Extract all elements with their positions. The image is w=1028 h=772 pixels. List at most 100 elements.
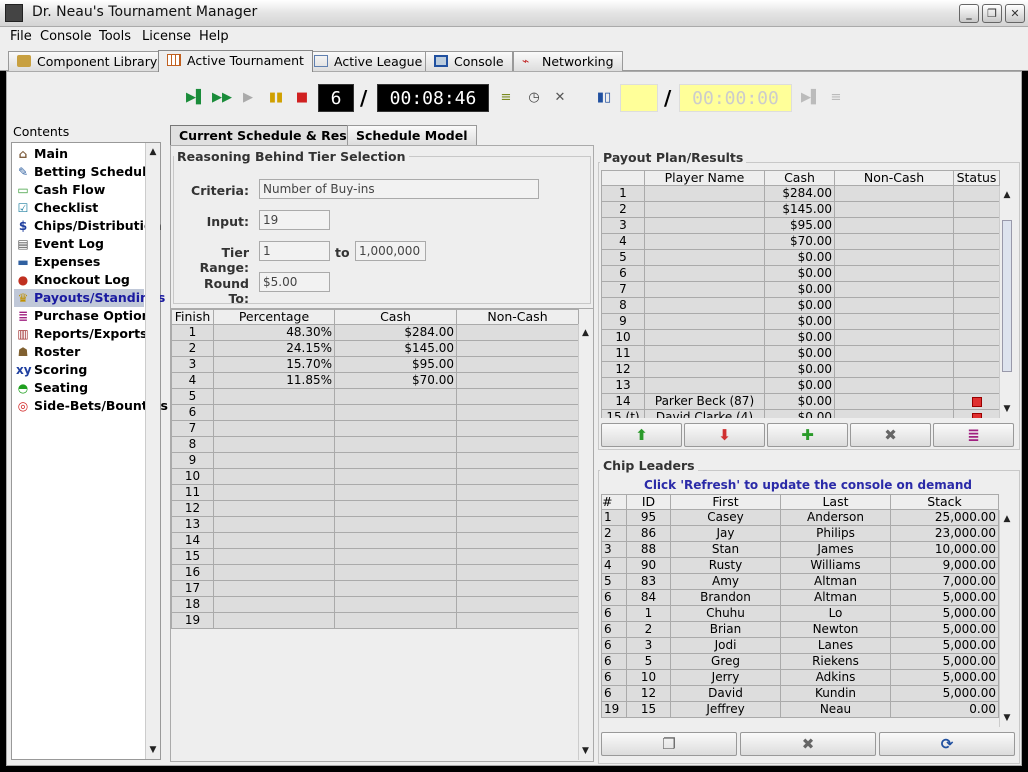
- scroll-down-icon[interactable]: ▼: [1000, 711, 1014, 725]
- table-row[interactable]: 9: [171, 452, 579, 469]
- col-stack[interactable]: Stack: [890, 494, 999, 510]
- skip-icon[interactable]: ▶▌: [801, 91, 821, 105]
- minimize-button[interactable]: _: [959, 4, 979, 23]
- tab-console[interactable]: Console: [425, 51, 513, 71]
- tab-active-league[interactable]: Active League: [305, 51, 432, 71]
- table-row[interactable]: 3 $95.00: [601, 217, 1000, 234]
- chips-button[interactable]: ≣: [933, 423, 1014, 447]
- col-place[interactable]: [601, 170, 645, 186]
- table-row[interactable]: 7 $0.00: [601, 281, 1000, 298]
- table-row[interactable]: 4 $70.00: [601, 233, 1000, 250]
- menu-license[interactable]: License: [142, 29, 191, 44]
- menu-console[interactable]: Console: [40, 29, 92, 44]
- col-cash[interactable]: Cash: [764, 170, 835, 186]
- move-down-button[interactable]: ⬇: [684, 423, 765, 447]
- nav-item-purchase-options[interactable]: ≣ Purchase Options: [14, 307, 158, 325]
- refresh-button[interactable]: ⟳: [879, 732, 1015, 756]
- col-player-name[interactable]: Player Name: [644, 170, 765, 186]
- table-row[interactable]: 8 $0.00: [601, 297, 1000, 314]
- table-row[interactable]: 6 1 Chuhu Lo 5,000.00: [601, 605, 999, 622]
- pause-icon[interactable]: ▮▮: [268, 91, 284, 105]
- table-row[interactable]: 14 Parker Beck (87) $0.00: [601, 393, 1000, 410]
- nav-item-betting-schedule[interactable]: ✎ Betting Schedule: [14, 163, 155, 181]
- scroll-thumb[interactable]: [1002, 220, 1012, 372]
- copy-button[interactable]: ❐: [601, 732, 737, 756]
- nav-scrollbar[interactable]: ▲ ▼: [145, 143, 160, 759]
- scroll-down-icon[interactable]: ▼: [579, 744, 592, 758]
- table-row[interactable]: 6 3 Jodi Lanes 5,000.00: [601, 637, 999, 654]
- table-row[interactable]: 19 15 Jeffrey Neau 0.00: [601, 701, 999, 718]
- play-icon[interactable]: ▶: [240, 91, 256, 105]
- table-row[interactable]: 17: [171, 580, 579, 597]
- col-noncash[interactable]: Non-Cash: [834, 170, 954, 186]
- table-row[interactable]: 6 2 Brian Newton 5,000.00: [601, 621, 999, 638]
- scroll-up-icon[interactable]: ▲: [579, 326, 592, 340]
- nav-item-expenses[interactable]: ▬ Expenses: [14, 253, 144, 271]
- col-rank[interactable]: #: [601, 494, 627, 510]
- tab-active-tournament[interactable]: Active Tournament: [158, 50, 313, 72]
- move-up-button[interactable]: ⬆: [601, 423, 682, 447]
- scroll-up-icon[interactable]: ▲: [1000, 188, 1014, 202]
- table-row[interactable]: 19: [171, 612, 579, 629]
- book-icon[interactable]: ▮▯: [596, 91, 612, 105]
- table-row[interactable]: 15 (t) David Clarke (4) $0.00: [601, 409, 1000, 418]
- nav-item-knockout-log[interactable]: ● Knockout Log: [14, 271, 144, 289]
- scroll-down-icon[interactable]: ▼: [1000, 402, 1014, 416]
- table-row[interactable]: 7: [171, 420, 579, 437]
- nav-item-checklist[interactable]: ☑ Checklist: [14, 199, 144, 217]
- tab-component-library[interactable]: Component Library: [8, 51, 167, 71]
- table-row[interactable]: 1 48.30% $284.00: [171, 324, 579, 341]
- table-row[interactable]: 10 $0.00: [601, 329, 1000, 346]
- table-row[interactable]: 6: [171, 404, 579, 421]
- table-row[interactable]: 1 95 Casey Anderson 25,000.00: [601, 509, 999, 526]
- table-row[interactable]: 6 $0.00: [601, 265, 1000, 282]
- col-percentage[interactable]: Percentage: [213, 309, 335, 325]
- col-status[interactable]: Status: [953, 170, 1000, 186]
- play-next-icon[interactable]: ▶▌: [186, 91, 206, 105]
- col-id[interactable]: ID: [626, 494, 671, 510]
- close-button[interactable]: ✕: [1005, 4, 1025, 23]
- table-row[interactable]: 1 $284.00: [601, 185, 1000, 202]
- table-row[interactable]: 5: [171, 388, 579, 405]
- tab-networking[interactable]: ⌁ Networking: [513, 51, 623, 71]
- menu-tools[interactable]: Tools: [99, 29, 131, 44]
- list-icon[interactable]: ≡: [828, 91, 844, 105]
- scroll-down-icon[interactable]: ▼: [146, 743, 160, 757]
- table-row[interactable]: 12 $0.00: [601, 361, 1000, 378]
- table-row[interactable]: 11: [171, 484, 579, 501]
- table-row[interactable]: 2 86 Jay Philips 23,000.00: [601, 525, 999, 542]
- table-row[interactable]: 6 12 David Kundin 5,000.00: [601, 685, 999, 702]
- table-row[interactable]: 2 $145.00: [601, 201, 1000, 218]
- table-row[interactable]: 9 $0.00: [601, 313, 1000, 330]
- levels-icon[interactable]: ≡: [498, 91, 514, 105]
- table-row[interactable]: 5 $0.00: [601, 249, 1000, 266]
- table-row[interactable]: 5 83 Amy Altman 7,000.00: [601, 573, 999, 590]
- nav-item-event-log[interactable]: ▤ Event Log: [14, 235, 144, 253]
- nav-item-scoring[interactable]: xy Scoring: [14, 361, 144, 379]
- scroll-up-icon[interactable]: ▲: [146, 145, 160, 159]
- table-row[interactable]: 15: [171, 548, 579, 565]
- finish-scrollbar[interactable]: ▲ ▼: [578, 324, 592, 760]
- table-row[interactable]: 2 24.15% $145.00: [171, 340, 579, 357]
- table-row[interactable]: 18: [171, 596, 579, 613]
- maximize-button[interactable]: ❐: [982, 4, 1002, 23]
- table-row[interactable]: 6 84 Brandon Altman 5,000.00: [601, 589, 999, 606]
- menu-file[interactable]: File: [10, 29, 32, 44]
- col-noncash[interactable]: Non-Cash: [456, 309, 579, 325]
- add-button[interactable]: ✚: [767, 423, 848, 447]
- chip-scrollbar[interactable]: ▲ ▼: [999, 510, 1014, 727]
- fast-forward-icon[interactable]: ▶▶: [212, 91, 232, 105]
- col-first[interactable]: First: [670, 494, 781, 510]
- stop-icon[interactable]: ■: [294, 91, 310, 105]
- table-row[interactable]: 14: [171, 532, 579, 549]
- clear-button[interactable]: ✖: [740, 732, 876, 756]
- table-row[interactable]: 11 $0.00: [601, 345, 1000, 362]
- payout-scrollbar[interactable]: ▲ ▼: [999, 186, 1014, 418]
- table-row[interactable]: 13 $0.00: [601, 377, 1000, 394]
- nav-item-payouts-standings[interactable]: ♛ Payouts/Standings: [14, 289, 165, 307]
- nav-item-side-bets-bounties[interactable]: ◎ Side-Bets/Bounties: [14, 397, 168, 415]
- table-row[interactable]: 8: [171, 436, 579, 453]
- nav-item-reports-exports[interactable]: ▥ Reports/Exports: [14, 325, 147, 343]
- menu-help[interactable]: Help: [199, 29, 229, 44]
- nav-item-main[interactable]: ⌂ Main: [14, 145, 144, 163]
